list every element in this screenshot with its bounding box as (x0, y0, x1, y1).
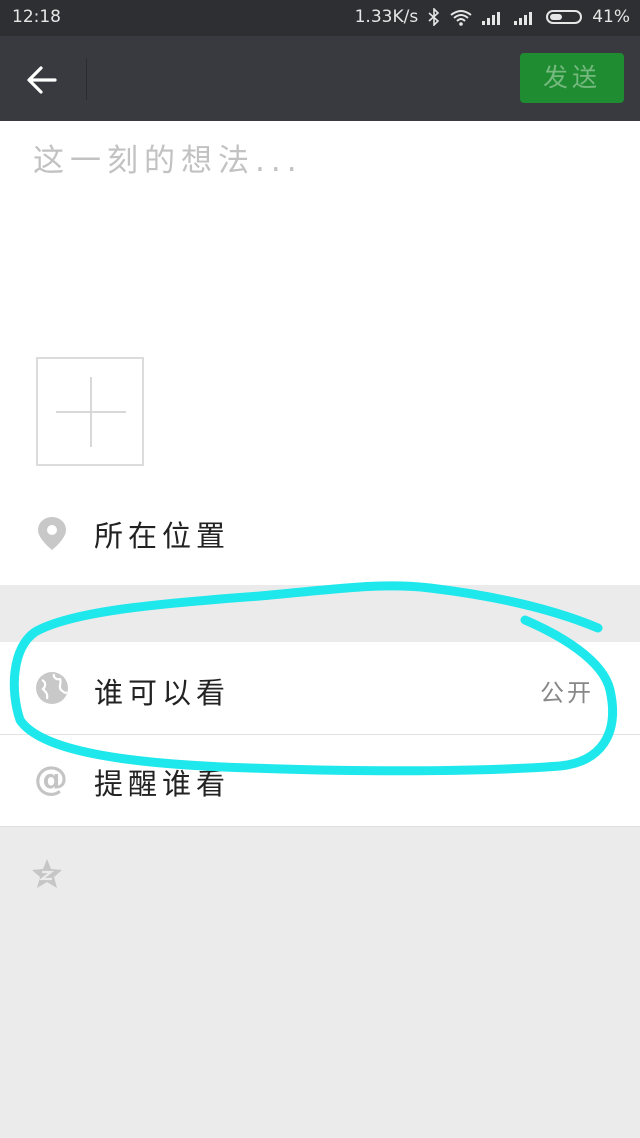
location-row[interactable]: 所在位置 (0, 495, 640, 584)
who-can-see-row[interactable]: 谁可以看 公开 (0, 642, 640, 735)
location-label: 所在位置 (94, 519, 231, 553)
remind-row[interactable]: @ 提醒谁看 (0, 735, 640, 827)
status-time: 12:18 (12, 7, 61, 27)
at-icon: @ (34, 759, 68, 799)
send-button[interactable]: 发送 (520, 53, 624, 103)
battery-percent: 41% (592, 7, 630, 27)
toolbar-divider (86, 58, 87, 100)
bluetooth-icon (428, 8, 440, 26)
signal-icon (514, 9, 536, 25)
signal-icon (482, 9, 504, 25)
who-can-see-label: 谁可以看 (94, 676, 231, 710)
top-toolbar: 发送 (0, 36, 640, 121)
location-pin-icon (38, 517, 66, 550)
status-icons: 1.33K/s 41% (355, 7, 630, 27)
back-arrow-icon[interactable] (22, 60, 62, 100)
plus-icon (90, 377, 92, 447)
post-text-input[interactable]: 这一刻的想法... (33, 135, 303, 180)
network-speed: 1.33K/s (354, 7, 419, 27)
visibility-value: 公开 (540, 679, 594, 707)
wifi-icon (450, 9, 472, 26)
remind-label: 提醒谁看 (94, 767, 231, 801)
add-photo-button[interactable] (36, 357, 144, 466)
globe-icon (36, 672, 68, 704)
qzone-star-icon[interactable] (30, 857, 64, 891)
status-bar: 12:18 1.33K/s 41% (0, 0, 640, 36)
battery-icon (546, 10, 583, 24)
